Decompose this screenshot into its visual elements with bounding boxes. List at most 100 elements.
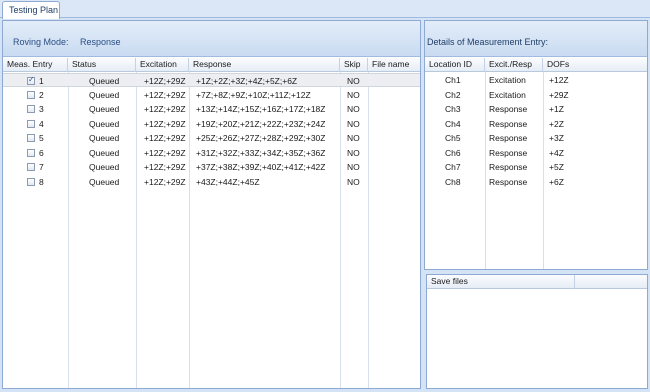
- location-id-cell: Ch6: [445, 147, 461, 158]
- skip-cell: NO: [347, 118, 360, 129]
- file-name-cell: [371, 88, 375, 102]
- details-box: Details of Measurement Entry: Location I…: [424, 20, 648, 270]
- excitation-cell: +12Z;+29Z: [144, 89, 186, 100]
- skip-cell: NO: [347, 104, 360, 114]
- excit-resp-cell: Response: [489, 162, 528, 172]
- col-header-excit-resp[interactable]: Excit./Resp: [485, 58, 543, 72]
- response-cell: +7Z;+8Z;+9Z;+10Z;+11Z;+12Z: [196, 89, 311, 100]
- status-cell: Queued: [89, 162, 120, 172]
- table-row[interactable]: 2 Queued +12Z;+29Z +7Z;+8Z;+9Z;+10Z;+11Z;+1…: [3, 88, 420, 102]
- excit-resp-cell: Excitation: [489, 89, 526, 100]
- status-cell: Queued: [89, 118, 120, 129]
- response-cell: +31Z;+32Z;+33Z;+34Z;+35Z;+36Z: [196, 147, 326, 158]
- details-panel: Details of Measurement Entry: Location I…: [424, 20, 648, 389]
- skip-cell: NO: [347, 147, 360, 158]
- excit-resp-cell: Response: [489, 176, 528, 187]
- table-row[interactable]: 5 Queued +12Z;+29Z +25Z;+26Z;+27Z;+28Z;+29Z…: [3, 131, 420, 145]
- table-row[interactable]: Ch8 Response +6Z: [425, 175, 647, 189]
- entry-checkbox[interactable]: [27, 90, 35, 99]
- table-row[interactable]: 8 Queued +12Z;+29Z +43Z;+44Z;+45Z NO: [3, 175, 420, 189]
- table-row[interactable]: 1 Queued +12Z;+29Z +1Z;+2Z;+3Z;+4Z;+5Z;+6Z N…: [3, 73, 420, 87]
- excitation-cell: +12Z;+29Z: [144, 76, 186, 86]
- file-name-cell: [371, 160, 375, 174]
- table-row[interactable]: 7 Queued +12Z;+29Z +37Z;+38Z;+39Z;+40Z;+41Z…: [3, 160, 420, 174]
- file-name-cell: [371, 74, 375, 88]
- table-row[interactable]: Ch4 Response +2Z: [425, 117, 647, 131]
- col-header-dofs[interactable]: DOFs: [543, 58, 647, 72]
- excit-resp-cell: Response: [489, 133, 528, 143]
- entry-checkbox[interactable]: [27, 105, 35, 113]
- entry-number: 5: [39, 133, 44, 143]
- col-header-file-name[interactable]: File name: [368, 58, 420, 72]
- details-table-header: Location ID Excit./Resp DOFs: [425, 58, 647, 72]
- table-row[interactable]: Ch6 Response +4Z: [425, 146, 647, 160]
- response-cell: +37Z;+38Z;+39Z;+40Z;+41Z;+42Z: [196, 162, 326, 172]
- table-row[interactable]: Ch7 Response +5Z: [425, 160, 647, 174]
- table-row[interactable]: Ch3 Response +1Z: [425, 102, 647, 116]
- location-id-cell: Ch4: [445, 118, 461, 129]
- location-id-cell: Ch1: [445, 75, 461, 85]
- file-name-cell: [371, 102, 375, 116]
- file-name-cell: [371, 175, 375, 189]
- status-cell: Queued: [89, 147, 120, 158]
- save-files-header-filler: [575, 275, 647, 289]
- location-id-cell: Ch3: [445, 104, 461, 114]
- skip-cell: NO: [347, 133, 360, 143]
- table-row[interactable]: Ch2 Excitation +29Z: [425, 88, 647, 102]
- col-header-status[interactable]: Status: [68, 58, 136, 72]
- entry-number: 3: [39, 104, 44, 114]
- skip-cell: NO: [347, 176, 360, 187]
- dofs-cell: +4Z: [549, 147, 564, 158]
- col-header-skip[interactable]: Skip: [340, 58, 368, 72]
- entry-checkbox[interactable]: [27, 163, 35, 171]
- col-header-meas-entry[interactable]: Meas. Entry: [3, 58, 68, 72]
- roving-mode-bar: Roving Mode: Response: [3, 21, 420, 57]
- entry-checkbox[interactable]: [27, 134, 35, 142]
- excitation-cell: +12Z;+29Z: [144, 133, 186, 143]
- table-row[interactable]: 4 Queued +12Z;+29Z +19Z;+20Z;+21Z;+22Z;+23Z…: [3, 117, 420, 131]
- dofs-cell: +29Z: [549, 89, 569, 100]
- excit-resp-cell: Response: [489, 118, 528, 129]
- entry-number: 1: [39, 76, 44, 86]
- table-row[interactable]: 6 Queued +12Z;+29Z +31Z;+32Z;+33Z;+34Z;+35Z…: [3, 146, 420, 160]
- file-name-cell: [371, 117, 375, 131]
- table-row[interactable]: Ch5 Response +3Z: [425, 131, 647, 145]
- testing-plan-panel: Roving Mode: Response Meas. Entry Status…: [2, 20, 421, 389]
- status-cell: Queued: [89, 176, 120, 187]
- response-cell: +43Z;+44Z;+45Z: [196, 176, 260, 187]
- entry-checkbox[interactable]: [27, 177, 35, 186]
- dofs-cell: +12Z: [549, 75, 569, 85]
- file-name-cell: [371, 146, 375, 160]
- skip-cell: NO: [347, 162, 360, 172]
- tab-strip: Testing Plan: [0, 0, 650, 19]
- entry-number: 6: [39, 147, 44, 158]
- entry-checkbox[interactable]: [27, 148, 35, 157]
- tab-testing-plan[interactable]: Testing Plan: [2, 1, 60, 19]
- entry-number: 8: [39, 176, 44, 187]
- status-cell: Queued: [89, 104, 120, 114]
- response-cell: +13Z;+14Z;+15Z;+16Z;+17Z;+18Z: [196, 104, 326, 114]
- table-row[interactable]: 3 Queued +12Z;+29Z +13Z;+14Z;+15Z;+16Z;+17Z…: [3, 102, 420, 116]
- entry-number: 2: [39, 89, 44, 100]
- excitation-cell: +12Z;+29Z: [144, 104, 186, 114]
- excitation-cell: +12Z;+29Z: [144, 176, 186, 187]
- entry-number: 7: [39, 162, 44, 172]
- col-header-excitation[interactable]: Excitation: [136, 58, 189, 72]
- entry-checkbox[interactable]: [27, 75, 35, 85]
- dofs-cell: +3Z: [549, 133, 564, 143]
- col-header-location-id[interactable]: Location ID: [425, 58, 485, 72]
- dofs-cell: +1Z: [549, 104, 564, 114]
- table-row[interactable]: Ch1 Excitation +12Z: [425, 73, 647, 87]
- save-files-header[interactable]: Save files: [427, 275, 575, 289]
- excitation-cell: +12Z;+29Z: [144, 118, 186, 129]
- location-id-cell: Ch7: [445, 162, 461, 172]
- dofs-cell: +2Z: [549, 118, 564, 129]
- response-cell: +19Z;+20Z;+21Z;+22Z;+23Z;+24Z: [196, 118, 326, 129]
- entry-checkbox[interactable]: [27, 119, 35, 128]
- col-header-response[interactable]: Response: [189, 58, 340, 72]
- status-cell: Queued: [89, 76, 120, 86]
- excit-resp-cell: Excitation: [489, 75, 526, 85]
- excit-resp-cell: Response: [489, 104, 528, 114]
- file-name-cell: [371, 131, 375, 145]
- excitation-cell: +12Z;+29Z: [144, 147, 186, 158]
